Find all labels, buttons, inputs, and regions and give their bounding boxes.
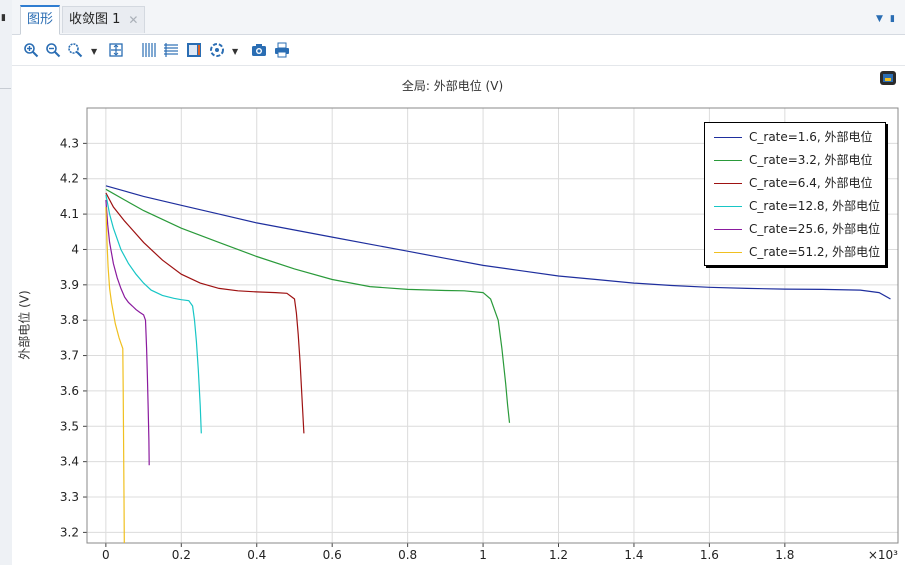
legend-swatch bbox=[714, 252, 742, 253]
x-axis-multiplier: ×10³ bbox=[868, 548, 898, 562]
chart-legend: C_rate=1.6, 外部电位 C_rate=3.2, 外部电位 C_rate… bbox=[704, 122, 886, 266]
legend-swatch bbox=[714, 160, 742, 161]
x-tick-label: 1.2 bbox=[549, 548, 568, 562]
legend-swatch bbox=[714, 206, 742, 207]
series-line bbox=[105, 188, 511, 423]
x-tick-label: 0.4 bbox=[247, 548, 266, 562]
x-tick-label: 0.2 bbox=[172, 548, 191, 562]
legend-item: C_rate=25.6, 外部电位 bbox=[711, 219, 883, 239]
legend-swatch bbox=[714, 137, 742, 138]
y-tick-label: 3.7 bbox=[60, 349, 79, 363]
x-tick-label: 0.6 bbox=[323, 548, 342, 562]
legend-item: C_rate=51.2, 外部电位 bbox=[711, 242, 883, 262]
x-tick-label: 1.4 bbox=[624, 548, 643, 562]
legend-label: C_rate=1.6, 外部电位 bbox=[749, 130, 873, 144]
legend-label: C_rate=51.2, 外部电位 bbox=[749, 245, 881, 259]
y-tick-label: 3.9 bbox=[60, 278, 79, 292]
legend-swatch bbox=[714, 229, 742, 230]
x-tick-label: 1 bbox=[479, 548, 487, 562]
legend-label: C_rate=3.2, 外部电位 bbox=[749, 153, 873, 167]
legend-item: C_rate=3.2, 外部电位 bbox=[711, 150, 883, 170]
series-line bbox=[105, 192, 305, 434]
x-tick-label: 1.6 bbox=[700, 548, 719, 562]
y-tick-label: 4 bbox=[71, 242, 79, 256]
legend-item: C_rate=6.4, 外部电位 bbox=[711, 173, 883, 193]
y-tick-label: 3.8 bbox=[60, 313, 79, 327]
legend-swatch bbox=[714, 183, 742, 184]
x-tick-label: 1.8 bbox=[775, 548, 794, 562]
legend-label: C_rate=25.6, 外部电位 bbox=[749, 222, 881, 236]
series-line bbox=[105, 206, 125, 544]
y-tick-label: 3.4 bbox=[60, 455, 79, 469]
y-tick-label: 4.2 bbox=[60, 172, 79, 186]
legend-item: C_rate=12.8, 外部电位 bbox=[711, 196, 883, 216]
y-tick-label: 3.5 bbox=[60, 419, 79, 433]
y-tick-label: 4.1 bbox=[60, 207, 79, 221]
x-tick-label: 0 bbox=[102, 548, 110, 562]
legend-item: C_rate=1.6, 外部电位 bbox=[711, 127, 883, 147]
y-tick-label: 3.6 bbox=[60, 384, 79, 398]
line-chart: 0 0.2 0.4 0.6 0.8 1 1.2 1.4 1.6 1.8 3.2 3.3 3.4 3.5 3.… bbox=[60, 107, 899, 562]
y-tick-label: 4.3 bbox=[60, 136, 79, 150]
series-line bbox=[105, 199, 150, 466]
legend-label: C_rate=12.8, 外部电位 bbox=[749, 199, 881, 213]
y-tick-label: 3.2 bbox=[60, 525, 79, 539]
x-tick-label: 0.8 bbox=[398, 548, 417, 562]
y-tick-label: 3.3 bbox=[60, 490, 79, 504]
legend-label: C_rate=6.4, 外部电位 bbox=[749, 176, 873, 190]
